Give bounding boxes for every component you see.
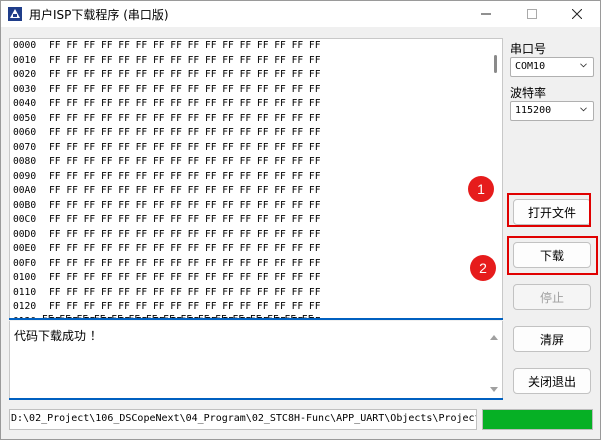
- log-output[interactable]: 代码下载成功 ！: [9, 321, 503, 399]
- file-path-field[interactable]: D:\02_Project\106_DSCopeNext\04_Program\…: [9, 409, 477, 430]
- clear-screen-button[interactable]: 清屏: [513, 326, 591, 352]
- hex-row-bytes: FF FF FF FF FF FF FF FF FF FF FF FF FF F…: [49, 98, 321, 109]
- hex-row: 0060 FF FF FF FF FF FF FF FF FF FF FF FF …: [13, 126, 320, 141]
- hex-row: 0080 FF FF FF FF FF FF FF FF FF FF FF FF …: [13, 155, 320, 170]
- serial-port-value: COM10: [515, 61, 546, 72]
- log-scrollbar[interactable]: [488, 321, 502, 398]
- hex-row-address: 00E0: [13, 243, 37, 254]
- log-underline: [9, 398, 503, 400]
- hex-row-address: 0070: [13, 141, 37, 153]
- baud-rate-value: 115200: [515, 105, 552, 116]
- download-highlight: [507, 236, 598, 275]
- download-progress-bar: [482, 409, 593, 430]
- hex-row-bytes: FF FF FF FF FF FF FF FF FF FF FF FF FF F…: [49, 257, 321, 269]
- hex-row-address: 0010: [13, 54, 37, 66]
- minimize-icon: [481, 13, 491, 15]
- hex-row-address: 0050: [13, 112, 37, 124]
- baud-rate-select[interactable]: 115200: [510, 101, 594, 121]
- hex-row-address: 0040: [13, 98, 37, 109]
- serial-port-select[interactable]: COM10: [510, 57, 594, 77]
- hex-row-bytes: FF FF FF FF FF FF FF FF FF FF FF FF FF F…: [49, 156, 321, 167]
- step-2-badge: 2: [470, 255, 496, 281]
- scroll-down-arrow-icon[interactable]: [490, 387, 498, 392]
- log-message: 代码下载成功 ！: [14, 329, 102, 343]
- hex-row-bytes: FF FF FF FF FF FF FF FF FF FF FF FF FF F…: [49, 69, 321, 80]
- hex-row-bytes: FF FF FF FF FF FF FF FF FF FF FF FF FF F…: [49, 83, 321, 95]
- hex-row: 0100 FF FF FF FF FF FF FF FF FF FF FF FF …: [13, 271, 320, 286]
- hex-row: 0090 FF FF FF FF FF FF FF FF FF FF FF FF …: [13, 170, 320, 185]
- close-button[interactable]: [554, 1, 600, 27]
- hex-row: 0020 FF FF FF FF FF FF FF FF FF FF FF FF …: [13, 68, 320, 83]
- hex-row-address: 00B0: [13, 199, 37, 211]
- close-icon: [572, 9, 582, 19]
- hex-row-address: 0080: [13, 156, 37, 167]
- hex-rows: 0000 FF FF FF FF FF FF FF FF FF FF FF FF …: [13, 39, 320, 318]
- app-icon: [7, 6, 23, 22]
- hex-row-address: 00D0: [13, 228, 37, 240]
- hex-row-address: 0020: [13, 69, 37, 80]
- hex-row-bytes: FF FF FF FF FF FF FF FF FF FF FF FF FF F…: [49, 40, 321, 51]
- serial-port-label: 串口号: [510, 42, 547, 56]
- hex-row-bytes: FF FF FF FF FF FF FF FF FF FF FF FF FF F…: [49, 170, 321, 182]
- hex-row: 0040 FF FF FF FF FF FF FF FF FF FF FF FF …: [13, 97, 320, 112]
- hex-row: 0070 FF FF FF FF FF FF FF FF FF FF FF FF …: [13, 141, 320, 156]
- hex-scrollbar-thumb[interactable]: [494, 55, 497, 73]
- hex-row: 0110 FF FF FF FF FF FF FF FF FF FF FF FF …: [13, 286, 320, 301]
- hex-row: 0000 FF FF FF FF FF FF FF FF FF FF FF FF …: [13, 39, 320, 54]
- hex-row: 0050 FF FF FF FF FF FF FF FF FF FF FF FF …: [13, 112, 320, 127]
- hex-divider: [9, 318, 503, 320]
- hex-row-bytes: FF FF FF FF FF FF FF FF FF FF FF FF FF F…: [49, 185, 321, 196]
- hex-row-bytes: FF FF FF FF FF FF FF FF FF FF FF FF FF F…: [49, 214, 321, 225]
- hex-row-address: 0100: [13, 272, 37, 283]
- chevron-down-icon: [580, 107, 587, 112]
- hex-row: 0030 FF FF FF FF FF FF FF FF FF FF FF FF …: [13, 83, 320, 98]
- open-file-highlight: [507, 193, 591, 227]
- isp-download-window: 用户ISP下载程序 (串口版) 0000 FF FF FF FF FF FF FF…: [0, 0, 601, 440]
- hex-row-address: 00A0: [13, 185, 37, 196]
- progress-fill: [483, 410, 592, 429]
- title-bar: 用户ISP下载程序 (串口版): [1, 1, 600, 27]
- hex-row-address: 00C0: [13, 214, 37, 225]
- hex-row-bytes: FF FF FF FF FF FF FF FF FF FF FF FF FF F…: [49, 54, 321, 66]
- hex-row: 00D0 FF FF FF FF FF FF FF FF FF FF FF FF …: [13, 228, 320, 243]
- hex-row: 00E0 FF FF FF FF FF FF FF FF FF FF FF FF …: [13, 242, 320, 257]
- scroll-up-arrow-icon[interactable]: [490, 335, 498, 340]
- close-exit-button[interactable]: 关闭退出: [513, 368, 591, 394]
- stop-button: 停止: [513, 284, 591, 310]
- window-title: 用户ISP下载程序 (串口版): [29, 8, 169, 22]
- hex-row-bytes: FF FF FF FF FF FF FF FF FF FF FF FF FF F…: [49, 228, 321, 240]
- hex-row-bytes: FF FF FF FF FF FF FF FF FF FF FF FF FF F…: [49, 199, 321, 211]
- hex-row-bytes: FF FF FF FF FF FF FF FF FF FF FF FF FF F…: [49, 272, 321, 283]
- hex-row: 0010 FF FF FF FF FF FF FF FF FF FF FF FF …: [13, 54, 320, 69]
- step-1-badge: 1: [468, 176, 494, 202]
- hex-row-address: 0000: [13, 40, 37, 51]
- baud-rate-label: 波特率: [510, 86, 547, 100]
- hex-row: 00C0 FF FF FF FF FF FF FF FF FF FF FF FF …: [13, 213, 320, 228]
- hex-row-bytes: FF FF FF FF FF FF FF FF FF FF FF FF FF F…: [49, 301, 321, 312]
- hex-row-bytes: FF FF FF FF FF FF FF FF FF FF FF FF FF F…: [49, 112, 321, 124]
- hex-row: 00F0 FF FF FF FF FF FF FF FF FF FF FF FF …: [13, 257, 320, 272]
- maximize-icon: [527, 9, 537, 19]
- hex-row-address: 0090: [13, 170, 37, 182]
- hex-row-address: 0060: [13, 127, 37, 138]
- hex-row-bytes: FF FF FF FF FF FF FF FF FF FF FF FF FF F…: [49, 127, 321, 138]
- hex-row-bytes: FF FF FF FF FF FF FF FF FF FF FF FF FF F…: [49, 141, 321, 153]
- hex-row-address: 0030: [13, 83, 37, 95]
- hex-data-view[interactable]: 0000 FF FF FF FF FF FF FF FF FF FF FF FF …: [9, 38, 503, 318]
- hex-row: 00B0 FF FF FF FF FF FF FF FF FF FF FF FF …: [13, 199, 320, 214]
- minimize-button[interactable]: [463, 1, 509, 27]
- file-path-text: D:\02_Project\106_DSCopeNext\04_Program\…: [11, 413, 477, 424]
- hex-row: 00A0 FF FF FF FF FF FF FF FF FF FF FF FF …: [13, 184, 320, 199]
- hex-row-bytes: FF FF FF FF FF FF FF FF FF FF FF FF FF F…: [49, 243, 321, 254]
- hex-row-address: 0110: [13, 286, 37, 298]
- chevron-down-icon: [580, 63, 587, 68]
- hex-row-address: 00F0: [13, 257, 37, 269]
- maximize-button: [509, 1, 555, 27]
- hex-row-bytes: FF FF FF FF FF FF FF FF FF FF FF FF FF F…: [49, 286, 321, 298]
